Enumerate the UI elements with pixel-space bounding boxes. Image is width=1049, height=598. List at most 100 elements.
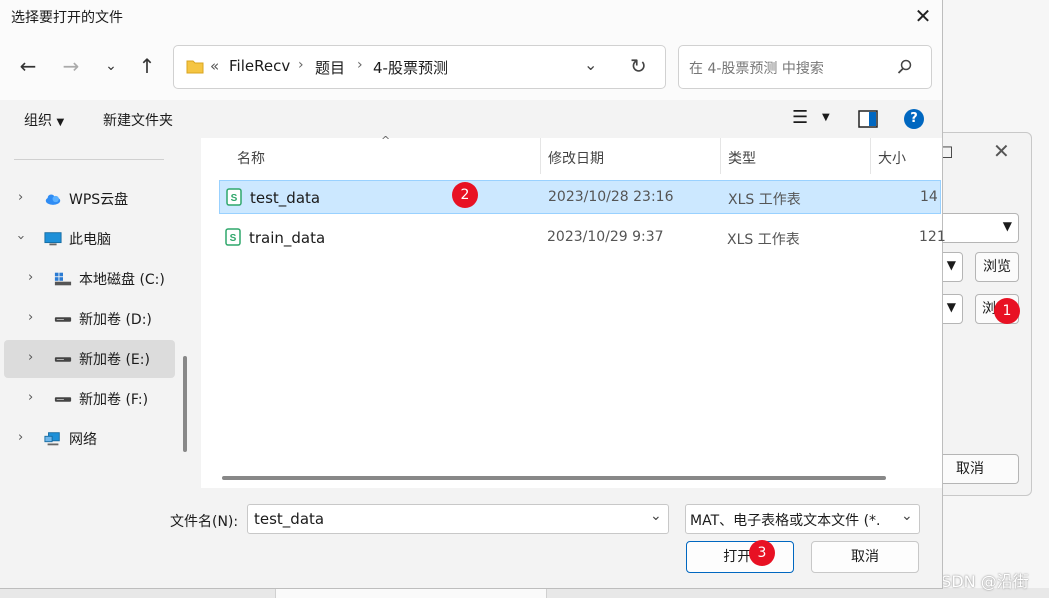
chevron-right-icon[interactable]: › — [28, 270, 33, 285]
file-type: XLS 工作表 — [727, 232, 800, 248]
nav-item-wps-cloud[interactable]: › WPS云盘 — [0, 180, 175, 218]
computer-icon — [44, 232, 62, 246]
chevron-down-icon: ▼ — [946, 258, 956, 272]
forward-arrow-icon[interactable]: → — [58, 53, 84, 79]
file-name: train_data — [249, 229, 326, 247]
breadcrumb-separator-icon: › — [298, 57, 304, 73]
watermark: CSDN @沿街 — [930, 572, 1029, 591]
column-separator[interactable] — [720, 138, 721, 174]
dialog-title: 选择要打开的文件 — [11, 10, 123, 26]
help-icon[interactable]: ? — [904, 109, 924, 129]
nav-label-drive-d: 新加卷 (D:) — [79, 312, 152, 328]
nav-item-drive-e[interactable]: › 新加卷 (E:) — [4, 340, 175, 378]
filename-field[interactable]: test_data ⌄ — [247, 504, 669, 534]
nav-item-this-pc[interactable]: › 此电脑 — [0, 220, 175, 258]
column-header-modified[interactable]: 修改日期 — [548, 148, 604, 168]
spreadsheet-file-icon: S — [225, 228, 241, 246]
breadcrumb-prefix: « — [210, 57, 220, 75]
breadcrumb-item-filerecv[interactable]: FileRecv — [229, 57, 290, 75]
chevron-down-icon: ▼ — [1002, 219, 1012, 233]
file-list: ^ 名称 修改日期 类型 大小 S test_data 2023/10/28 2… — [201, 134, 946, 488]
filetype-chevron-icon[interactable]: ⌄ — [901, 508, 913, 524]
file-name: test_data — [250, 189, 321, 207]
organize-label: 组织 — [24, 113, 52, 129]
nav-divider — [14, 159, 164, 160]
file-row-test-data[interactable]: S test_data 2023/10/28 23:16 XLS 工作表 14 — [219, 180, 941, 214]
nav-item-drive-d[interactable]: › 新加卷 (D:) — [0, 300, 175, 338]
nav-scrollbar[interactable] — [183, 356, 187, 452]
chevron-down-icon[interactable]: › — [13, 235, 28, 240]
horizontal-scrollbar[interactable] — [222, 476, 886, 480]
filename-input[interactable]: test_data — [254, 510, 324, 528]
drive-icon — [54, 317, 72, 322]
column-separator[interactable] — [870, 138, 871, 174]
spreadsheet-file-icon: S — [226, 188, 242, 206]
search-icon[interactable] — [897, 59, 913, 75]
nav-label-drive-f: 新加卷 (F:) — [79, 392, 149, 408]
close-icon[interactable]: ✕ — [910, 4, 936, 28]
sort-ascending-icon: ^ — [381, 134, 391, 147]
column-header-type[interactable]: 类型 — [728, 148, 756, 168]
new-folder-button[interactable]: 新建文件夹 — [103, 110, 173, 130]
step-badge-1: 1 — [994, 298, 1020, 324]
search-box[interactable]: 在 4-股票预测 中搜索 — [678, 45, 932, 89]
refresh-icon[interactable]: ↻ — [630, 54, 647, 78]
file-size: 14 — [920, 189, 938, 205]
svg-text:S: S — [231, 193, 238, 204]
recent-locations-chevron-icon[interactable]: ⌄ — [98, 53, 124, 79]
nav-label-drive-c: 本地磁盘 (C:) — [79, 272, 165, 288]
network-icon — [44, 432, 60, 446]
chevron-right-icon[interactable]: › — [28, 390, 33, 405]
toolbar: 组织 ▼ 新建文件夹 ☰ ▼ ? — [0, 100, 942, 138]
file-modified: 2023/10/28 23:16 — [548, 189, 674, 205]
search-input[interactable]: 在 4-股票预测 中搜索 — [689, 58, 824, 78]
file-row-train-data[interactable]: S train_data 2023/10/29 9:37 XLS 工作表 121 — [219, 221, 946, 255]
nav-label-this-pc: 此电脑 — [69, 232, 111, 248]
chevron-right-icon[interactable]: › — [28, 310, 33, 325]
nav-label-wps-cloud: WPS云盘 — [69, 192, 129, 208]
chevron-right-icon[interactable]: › — [18, 190, 23, 205]
address-bar[interactable]: « FileRecv › 题目 › 4-股票预测 ⌄ ↻ — [173, 45, 666, 89]
view-caret-down-icon[interactable]: ▼ — [822, 112, 830, 123]
column-header-size[interactable]: 大小 — [878, 148, 906, 168]
browse-button-1[interactable]: 浏览 — [975, 252, 1019, 282]
open-file-dialog: 选择要打开的文件 ✕ ← → ⌄ ↑ « FileRecv › 题目 › 4-股… — [0, 0, 946, 589]
cloud-icon — [45, 194, 61, 205]
nav-item-network[interactable]: › 网络 — [0, 420, 175, 458]
file-modified: 2023/10/29 9:37 — [547, 229, 664, 245]
step-badge-3: 3 — [749, 540, 775, 566]
filetype-select[interactable]: MAT、电子表格或文本文件 (*. ⌄ — [685, 504, 920, 534]
breadcrumb-separator-icon: › — [357, 57, 363, 73]
cancel-button[interactable]: 取消 — [811, 541, 919, 573]
filename-history-chevron-icon[interactable]: ⌄ — [650, 508, 662, 524]
drive-icon — [54, 357, 72, 362]
caret-down-icon: ▼ — [56, 117, 65, 128]
filetype-value: MAT、电子表格或文本文件 (*. — [690, 513, 881, 529]
file-size: 121 — [919, 229, 946, 245]
background-close-icon[interactable]: ✕ — [993, 139, 1010, 163]
folder-icon — [186, 60, 204, 74]
nav-label-drive-e: 新加卷 (E:) — [79, 352, 150, 368]
nav-item-drive-c[interactable]: › 本地磁盘 (C:) — [0, 260, 175, 298]
chevron-right-icon[interactable]: › — [18, 430, 23, 445]
file-type: XLS 工作表 — [728, 192, 801, 208]
navigation-pane: › WPS云盘 › 此电脑 › 本地磁盘 (C:) › 新加卷 (D:) › 新… — [0, 138, 192, 488]
background-bottom-panel — [275, 588, 547, 598]
column-header-name[interactable]: 名称 — [237, 148, 265, 168]
column-separator[interactable] — [540, 138, 541, 174]
organize-menu[interactable]: 组织 ▼ — [24, 110, 64, 130]
breadcrumb-item-stock[interactable]: 4-股票预测 — [373, 57, 448, 78]
svg-text:S: S — [230, 233, 237, 244]
up-arrow-icon[interactable]: ↑ — [134, 53, 160, 79]
view-menu-icon[interactable]: ☰ — [792, 107, 808, 128]
breadcrumb-item-topic[interactable]: 题目 — [315, 57, 345, 78]
nav-item-drive-f[interactable]: › 新加卷 (F:) — [0, 380, 175, 418]
address-dropdown-chevron-icon[interactable]: ⌄ — [584, 55, 597, 74]
open-button[interactable]: 打开( — [686, 541, 794, 573]
title-bar: 选择要打开的文件 ✕ — [0, 0, 942, 32]
preview-pane-icon[interactable] — [858, 110, 878, 128]
chevron-right-icon[interactable]: › — [28, 350, 33, 365]
dialog-footer: 文件名(N): test_data ⌄ MAT、电子表格或文本文件 (*. ⌄ … — [0, 488, 942, 588]
step-badge-2: 2 — [452, 182, 478, 208]
back-arrow-icon[interactable]: ← — [15, 53, 41, 79]
